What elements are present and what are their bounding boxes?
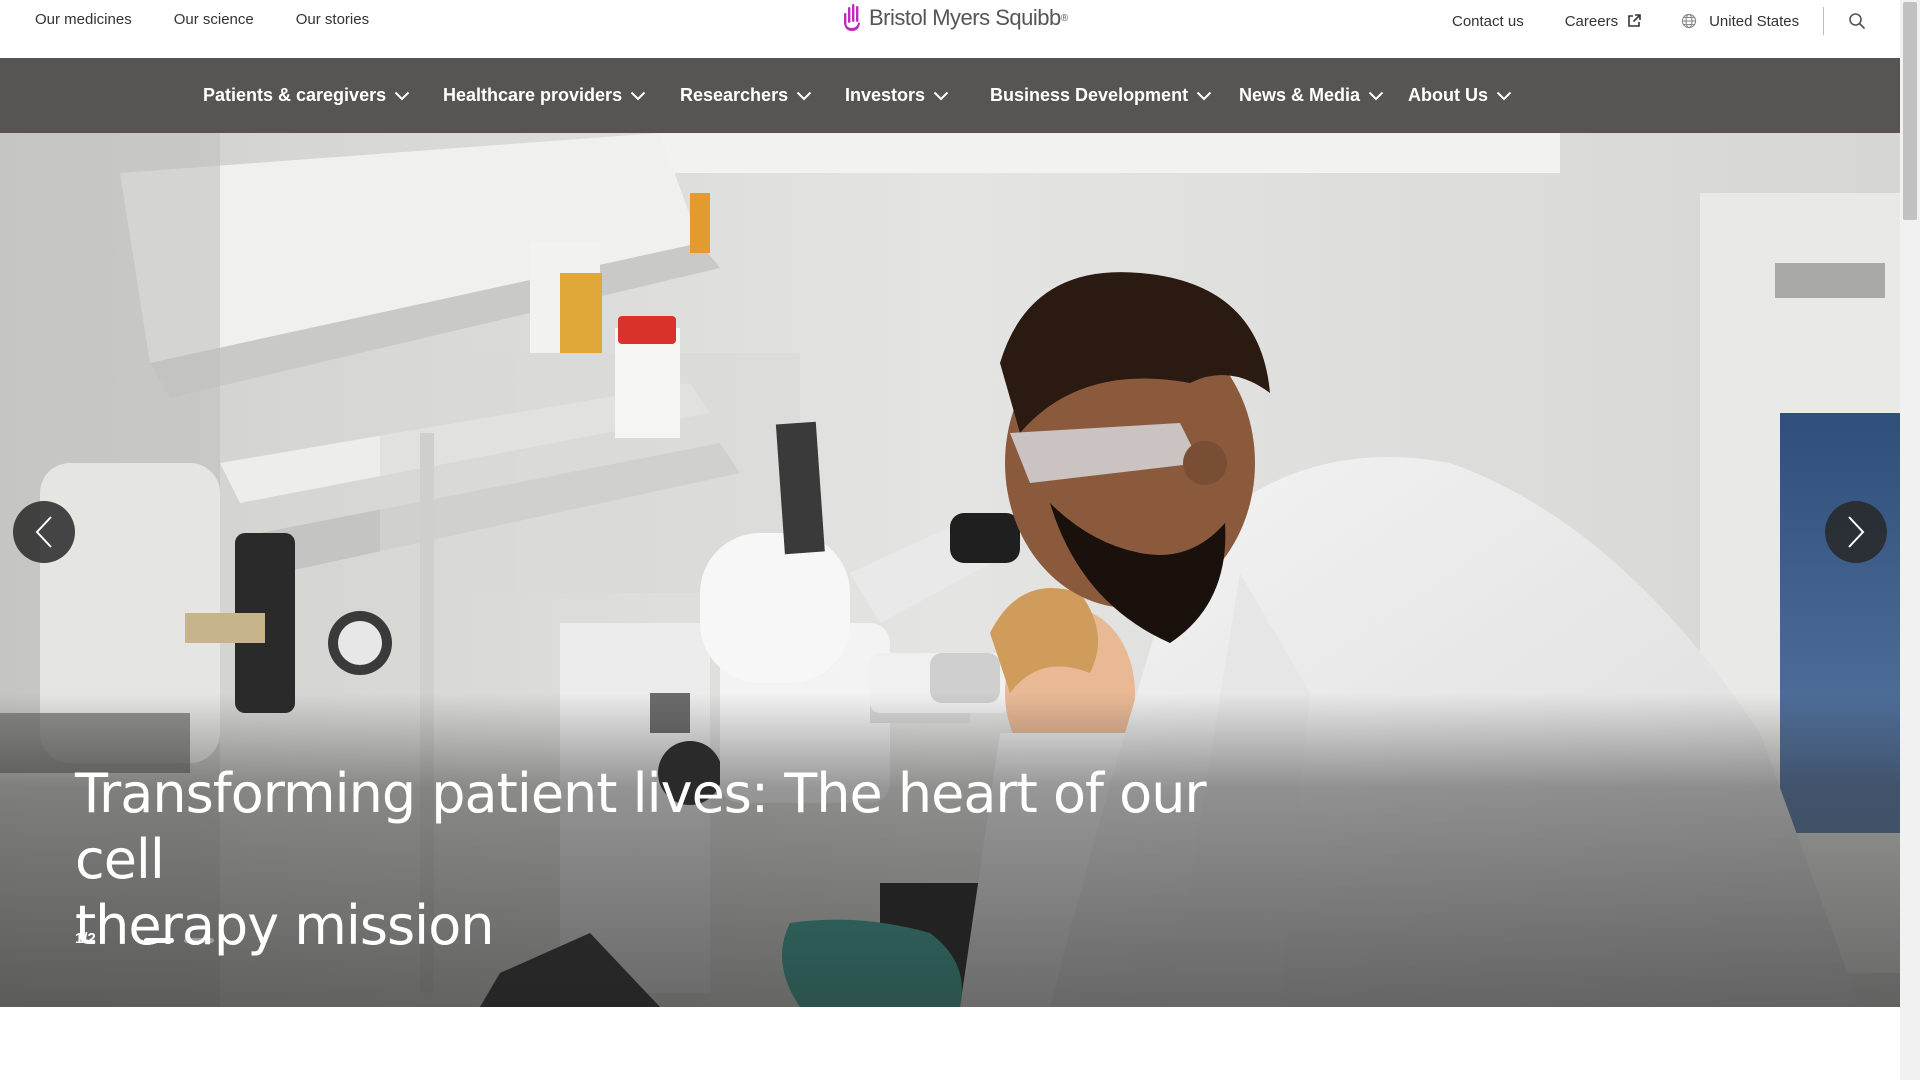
hero-title[interactable]: Transforming patient lives: The heart of… — [75, 761, 1225, 959]
utility-right: Contact us Careers United States — [1452, 7, 1866, 35]
careers-label: Careers — [1564, 12, 1619, 30]
nav-news-media[interactable]: News & Media — [1239, 58, 1384, 133]
chevron-right-icon — [1848, 516, 1865, 548]
chevron-left-icon — [35, 516, 52, 548]
region-selector[interactable]: United States — [1681, 13, 1799, 30]
nav-item-label: News & Media — [1239, 85, 1361, 105]
main-nav: Patients & caregivers Healthcare provide… — [0, 58, 1900, 133]
chevron-down-icon — [1368, 91, 1384, 101]
nav-item-label: Researchers — [680, 85, 789, 105]
nav-about-us[interactable]: About Us — [1408, 58, 1512, 133]
chevron-down-icon — [1496, 91, 1512, 101]
utility-bar: Our medicines Our science Our stories Br… — [0, 0, 1900, 58]
slide-indicator-2[interactable] — [184, 938, 214, 943]
carousel-prev-button[interactable] — [13, 501, 75, 563]
nav-researchers[interactable]: Researchers — [680, 58, 812, 133]
nav-healthcare-providers[interactable]: Healthcare providers — [443, 58, 646, 133]
nav-investors[interactable]: Investors — [845, 58, 949, 133]
utility-divider — [1823, 7, 1825, 35]
chevron-down-icon — [394, 91, 410, 101]
our-stories-link[interactable]: Our stories — [296, 11, 369, 28]
nav-patients-caregivers[interactable]: Patients & caregivers — [203, 58, 410, 133]
search-icon[interactable] — [1848, 12, 1866, 30]
nav-item-label: Investors — [845, 85, 926, 105]
logo-registered-mark: ® — [1060, 12, 1069, 24]
chevron-down-icon — [1196, 91, 1212, 101]
hero-title-line1: Transforming patient lives: The heart of… — [75, 762, 1207, 891]
chevron-down-icon — [796, 91, 812, 101]
chevron-down-icon — [630, 91, 646, 101]
region-label: United States — [1709, 12, 1800, 30]
our-science-link[interactable]: Our science — [174, 11, 254, 28]
hand-logo-icon — [844, 4, 860, 31]
contact-us-link[interactable]: Contact us — [1452, 13, 1524, 30]
globe-icon — [1681, 13, 1697, 29]
nav-item-label: Patients & caregivers — [203, 85, 387, 105]
hero-carousel: Transforming patient lives: The heart of… — [0, 133, 1900, 1007]
external-link-icon — [1627, 14, 1641, 28]
slide-counter: 1/2 — [75, 930, 96, 947]
nav-item-label: Business Development — [990, 85, 1189, 105]
bms-logo[interactable]: Bristol Myers Squibb ® — [843, 0, 1068, 36]
nav-item-label: Healthcare providers — [443, 85, 623, 105]
utility-links: Our medicines Our science Our stories — [35, 11, 369, 28]
logo-wordmark: Bristol Myers Squibb — [869, 5, 1061, 30]
hero-title-line2: therapy mission — [75, 894, 494, 957]
nav-item-label: About Us — [1408, 85, 1488, 105]
carousel-next-button[interactable] — [1825, 501, 1887, 563]
careers-link[interactable]: Careers — [1565, 13, 1641, 30]
scrollbar-thumb[interactable] — [1903, 2, 1917, 220]
slide-indicator-1[interactable] — [144, 938, 174, 943]
nav-business-development[interactable]: Business Development — [990, 58, 1212, 133]
chevron-down-icon — [933, 91, 949, 101]
our-medicines-link[interactable]: Our medicines — [35, 11, 132, 28]
